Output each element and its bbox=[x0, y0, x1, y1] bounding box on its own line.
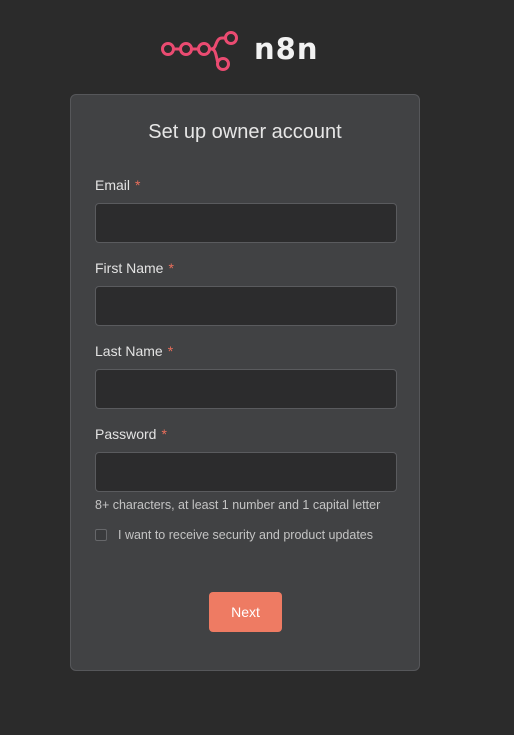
last-name-label: Last Name * bbox=[95, 343, 173, 359]
next-button[interactable]: Next bbox=[209, 592, 282, 632]
password-label: Password * bbox=[95, 426, 167, 442]
last-name-field[interactable] bbox=[95, 369, 397, 409]
password-label-text: Password bbox=[95, 426, 157, 442]
required-marker: * bbox=[161, 426, 167, 442]
setup-card: Set up owner account Email * First Name * … bbox=[70, 94, 420, 671]
n8n-logo-icon bbox=[160, 26, 240, 72]
password-hint: 8+ characters, at least 1 number and 1 c… bbox=[95, 498, 381, 512]
updates-checkbox-row[interactable]: I want to receive security and product u… bbox=[95, 528, 373, 542]
brand-header: n8n bbox=[160, 26, 318, 72]
brand-name: n8n bbox=[254, 32, 319, 66]
first-name-field[interactable] bbox=[95, 286, 397, 326]
email-field[interactable] bbox=[95, 203, 397, 243]
email-label-text: Email bbox=[95, 177, 131, 193]
required-marker: * bbox=[168, 260, 174, 276]
required-marker: * bbox=[167, 343, 174, 359]
setup-page: n8n Set up owner account Email * First Na… bbox=[0, 0, 514, 735]
password-field[interactable] bbox=[95, 452, 397, 492]
last-name-label-text: Last Name bbox=[95, 343, 163, 359]
first-name-label: First Name * bbox=[95, 260, 174, 276]
updates-checkbox-label[interactable]: I want to receive security and product u… bbox=[118, 528, 373, 542]
required-marker: * bbox=[135, 177, 141, 193]
card-title: Set up owner account bbox=[148, 121, 342, 143]
updates-checkbox[interactable] bbox=[95, 529, 107, 541]
email-label: Email * bbox=[95, 177, 140, 193]
first-name-label-text: First Name bbox=[95, 260, 164, 276]
